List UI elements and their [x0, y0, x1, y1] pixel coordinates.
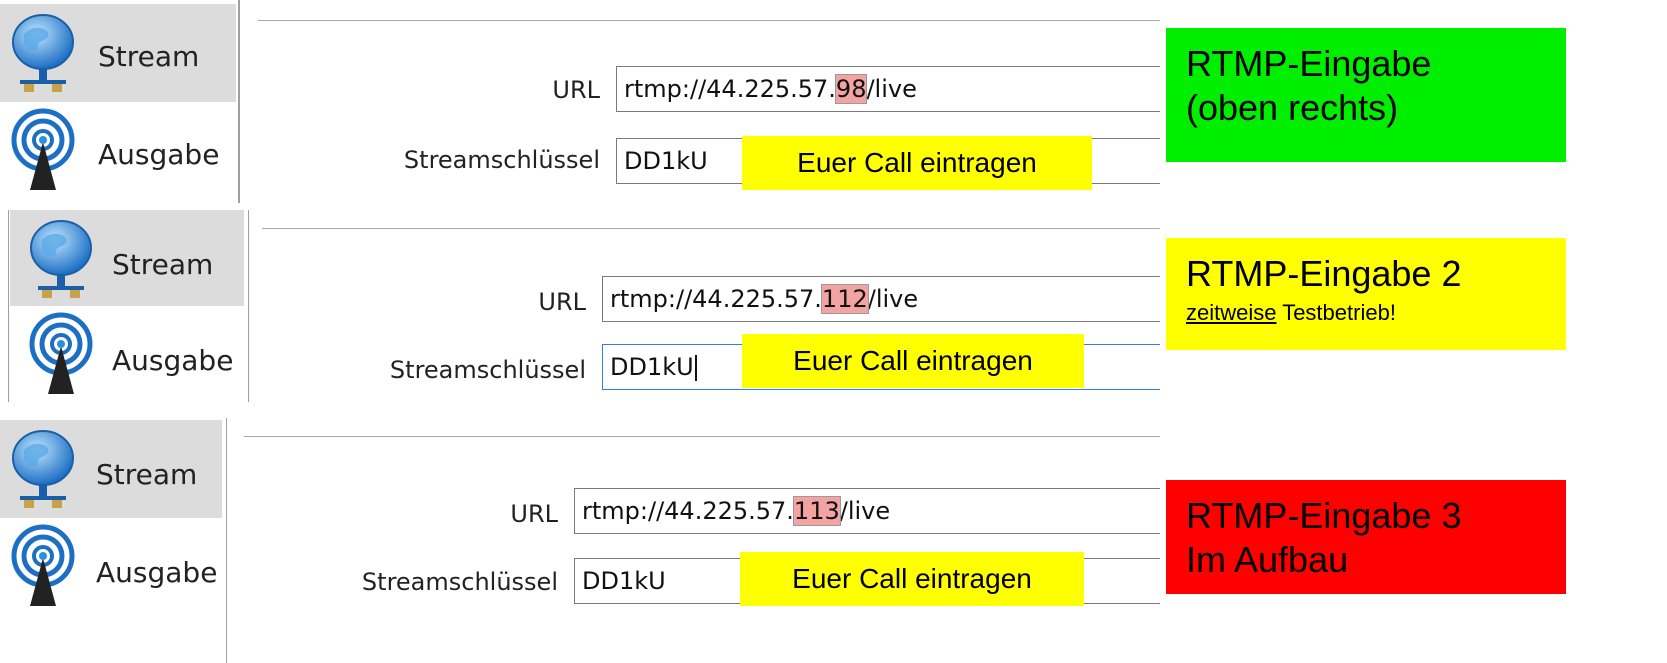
stream-key-label: Streamschlüssel — [403, 146, 600, 174]
status-box-3: RTMP-Eingabe 3 Im Aufbau — [1166, 480, 1566, 594]
settings-sidebar: Stream Ausgabe — [0, 0, 240, 203]
sidebar-item-output[interactable]: Ausgabe — [10, 308, 244, 402]
sidebar-item-label: Ausgabe — [112, 344, 234, 377]
sidebar-item-output[interactable]: Ausgabe — [0, 522, 222, 620]
globe-network-icon — [12, 430, 74, 508]
call-callout: Euer Call eintragen — [742, 136, 1092, 190]
url-input[interactable]: rtmp://44.225.57.98/live — [616, 66, 1160, 112]
settings-sidebar: Stream Ausgabe — [0, 418, 230, 663]
globe-network-icon — [30, 220, 92, 298]
status-box-1: RTMP-Eingabe (oben rechts) — [1166, 28, 1566, 162]
sidebar-item-output[interactable]: Ausgabe — [0, 102, 236, 200]
call-callout: Euer Call eintragen — [742, 334, 1084, 388]
url-ip-highlight: 112 — [820, 284, 869, 314]
sidebar-item-stream[interactable]: Stream — [10, 210, 244, 306]
url-label: URL — [552, 76, 600, 104]
status-box-title: RTMP-Eingabe 2 — [1186, 253, 1462, 294]
section-divider — [258, 20, 1160, 21]
stream-key-label: Streamschlüssel — [389, 356, 586, 384]
status-box-subtitle: Im Aufbau — [1186, 539, 1349, 580]
sidebar-item-stream[interactable]: Stream — [0, 4, 236, 102]
url-input[interactable]: rtmp://44.225.57.113/live — [574, 488, 1160, 534]
stream-settings-panel-3: Stream Ausgabe URL rtmp://44.225.57.113/… — [0, 418, 1160, 663]
status-box-title: RTMP-Eingabe — [1186, 43, 1432, 84]
url-label: URL — [510, 500, 558, 528]
stream-settings-panel-1: Stream Ausgabe URL rtmp://44.225.57.98/l… — [0, 0, 1160, 203]
settings-sidebar: Stream Ausgabe — [0, 210, 250, 402]
broadcast-antenna-icon — [11, 108, 75, 190]
call-callout: Euer Call eintragen — [740, 552, 1084, 606]
status-box-note: zeitweise Testbetrieb! — [1186, 300, 1396, 325]
sidebar-item-label: Stream — [98, 40, 200, 73]
broadcast-antenna-icon — [29, 312, 93, 394]
sidebar-item-label: Stream — [112, 248, 214, 281]
status-box-2: RTMP-Eingabe 2 zeitweise Testbetrieb! — [1166, 238, 1566, 350]
sidebar-item-label: Stream — [96, 458, 198, 491]
sidebar-item-label: Ausgabe — [98, 138, 220, 171]
stream-key-label: Streamschlüssel — [361, 568, 558, 596]
section-divider — [262, 228, 1160, 229]
text-cursor — [694, 355, 697, 381]
broadcast-antenna-icon — [11, 524, 75, 606]
sidebar-divider — [8, 210, 9, 402]
status-box-title: RTMP-Eingabe 3 — [1186, 495, 1462, 536]
sidebar-item-label: Ausgabe — [96, 556, 218, 589]
status-box-subtitle: (oben rechts) — [1186, 87, 1399, 128]
section-divider — [244, 436, 1160, 437]
url-ip-highlight: 113 — [792, 496, 841, 526]
url-ip-highlight: 98 — [834, 74, 868, 104]
url-input[interactable]: rtmp://44.225.57.112/live — [602, 276, 1160, 322]
stream-settings-panel-2: Stream Ausgabe URL rtmp://44.225.57.112/… — [0, 210, 1160, 402]
url-label: URL — [538, 288, 586, 316]
sidebar-divider — [248, 210, 249, 402]
globe-network-icon — [12, 14, 74, 92]
sidebar-divider — [238, 0, 240, 203]
sidebar-divider — [226, 418, 227, 663]
sidebar-item-stream[interactable]: Stream — [0, 420, 222, 518]
